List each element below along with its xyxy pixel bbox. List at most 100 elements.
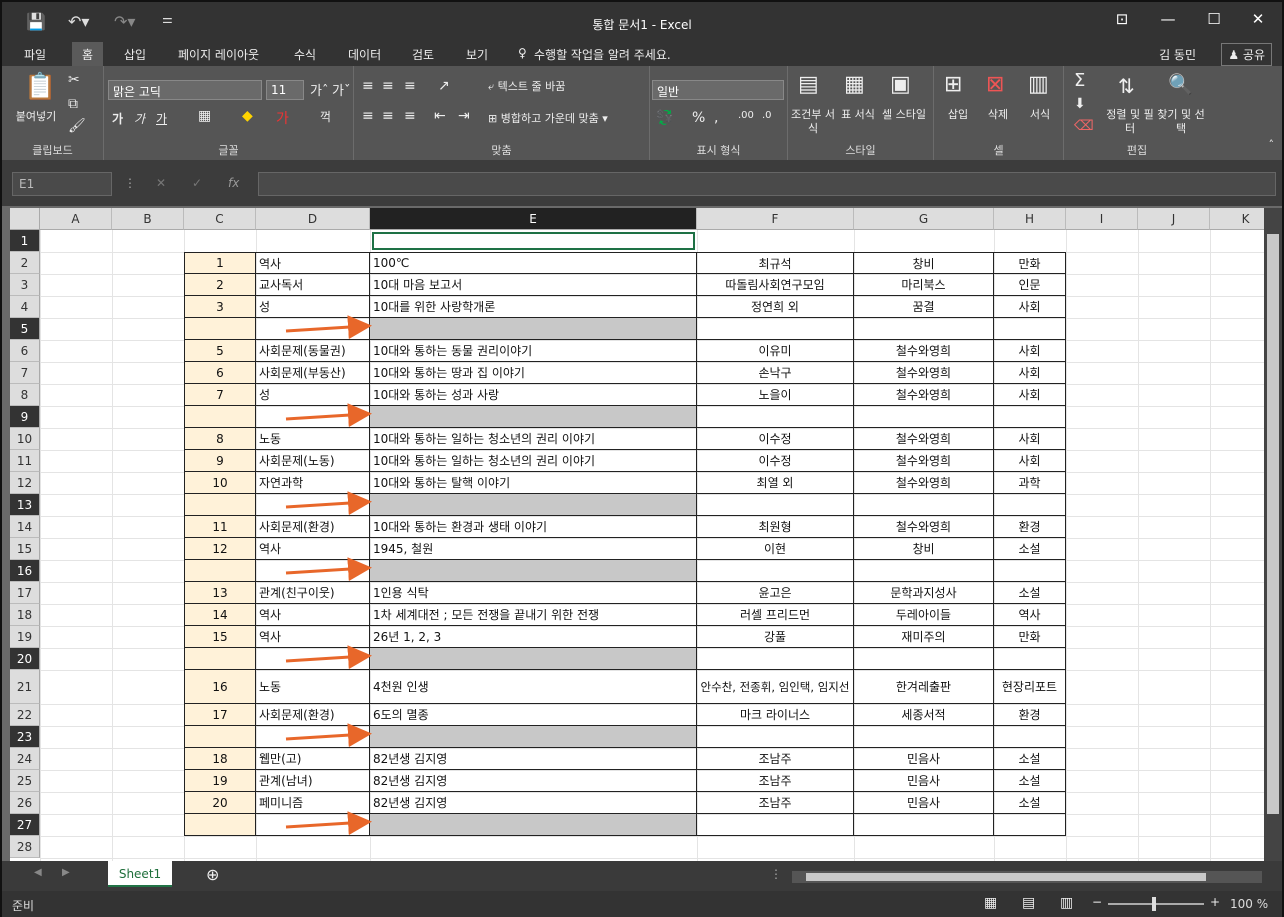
cancel-icon[interactable]: ✕ bbox=[156, 176, 166, 190]
zoom-level[interactable]: 100 % bbox=[1230, 897, 1268, 911]
page-layout-view-icon[interactable]: ▤ bbox=[1022, 895, 1035, 911]
zoom-out-icon[interactable]: − bbox=[1092, 895, 1102, 909]
align-center-icon[interactable]: ≡ bbox=[382, 108, 394, 124]
wrap-text-icon: ⤶ bbox=[488, 80, 498, 93]
close-icon[interactable]: ✕ bbox=[1238, 10, 1278, 28]
cut-icon[interactable]: ✂ bbox=[68, 72, 80, 88]
horizontal-scrollbar[interactable] bbox=[792, 871, 1262, 883]
decrease-decimal-icon[interactable]: .0 bbox=[762, 110, 772, 121]
tab-file[interactable]: 파일 bbox=[24, 46, 46, 63]
delete-cells-icon[interactable]: ⊠ bbox=[986, 72, 1004, 97]
tab-data[interactable]: 데이터 bbox=[348, 46, 381, 63]
next-sheet-icon[interactable]: ▶ bbox=[62, 867, 70, 878]
format-cells-icon[interactable]: ▥ bbox=[1028, 72, 1049, 97]
align-right-icon[interactable]: ≡ bbox=[404, 108, 416, 124]
collapse-ribbon-icon[interactable]: ˄ bbox=[1269, 138, 1275, 151]
zoom-slider-thumb[interactable] bbox=[1152, 897, 1156, 911]
fill-icon[interactable]: ⬇ bbox=[1074, 96, 1086, 112]
autosum-icon[interactable]: Σ bbox=[1074, 70, 1085, 91]
clear-icon[interactable]: ⌫ bbox=[1074, 118, 1094, 134]
h-scroll-thumb[interactable] bbox=[806, 873, 1206, 881]
percent-icon[interactable]: % bbox=[692, 110, 705, 126]
annotation-arrows bbox=[285, 315, 372, 836]
grow-font-icon[interactable]: 가ˆ bbox=[310, 80, 328, 99]
vertical-scrollbar[interactable] bbox=[1264, 208, 1282, 861]
zoom-in-icon[interactable]: + bbox=[1210, 895, 1220, 909]
worksheet-grid[interactable]: ABCDEFGHIJK 1 2 1 역사 100℃ 최규석 창비 만화 3 2 교사독서 10대 마음… bbox=[10, 208, 1264, 861]
format-cells-button[interactable]: 서식 bbox=[1022, 108, 1058, 122]
prev-sheet-icon[interactable]: ◀ bbox=[34, 867, 42, 878]
sort-filter-button[interactable]: 정렬 및 필터 bbox=[1106, 108, 1154, 136]
orientation-icon[interactable]: ↗ bbox=[438, 78, 450, 94]
orange-arrow bbox=[285, 811, 372, 836]
name-box[interactable]: E1 bbox=[12, 172, 112, 196]
paste-button[interactable]: 붙여넣기 bbox=[8, 110, 64, 124]
accounting-icon[interactable]: 💱 bbox=[656, 110, 673, 126]
tab-home[interactable]: 홈 bbox=[72, 42, 104, 66]
copy-icon[interactable]: ⧉ bbox=[68, 96, 78, 112]
maximize-icon[interactable]: ☐ bbox=[1194, 10, 1234, 28]
underline-icon[interactable]: 가 bbox=[156, 110, 167, 127]
italic-icon[interactable]: 가 bbox=[134, 110, 145, 127]
sheet-tab-sheet1[interactable]: Sheet1 bbox=[108, 861, 172, 887]
window-title: 통합 문서1 - Excel bbox=[592, 18, 692, 32]
enter-icon[interactable]: ✓ bbox=[192, 176, 202, 190]
share-button[interactable]: ♟ 공유 bbox=[1221, 43, 1272, 66]
cell-styles-button[interactable]: 셀 스타일 bbox=[880, 108, 928, 122]
format-table-icon[interactable]: ▦ bbox=[844, 72, 865, 97]
insert-function-icon[interactable]: fx bbox=[228, 176, 239, 190]
number-format-combo[interactable]: 일반 bbox=[652, 80, 784, 100]
tab-formulas[interactable]: 수식 bbox=[294, 46, 316, 63]
fill-color-icon[interactable]: ◆ bbox=[242, 108, 253, 124]
find-select-icon[interactable]: 🔍 bbox=[1168, 72, 1193, 96]
formula-input[interactable] bbox=[258, 172, 1276, 196]
font-size-combo[interactable]: 11 bbox=[266, 80, 304, 100]
format-painter-icon[interactable]: 🖌 bbox=[68, 118, 86, 134]
tab-insert[interactable]: 삽입 bbox=[124, 46, 146, 63]
page-break-view-icon[interactable]: ▥ bbox=[1060, 895, 1073, 911]
add-sheet-icon[interactable]: ⊕ bbox=[206, 865, 219, 884]
phonetic-icon[interactable]: 꺽 bbox=[320, 108, 331, 125]
align-middle-icon[interactable]: ≡ bbox=[382, 78, 394, 94]
font-color-icon[interactable]: 가 bbox=[276, 108, 289, 128]
align-bottom-icon[interactable]: ≡ bbox=[404, 78, 416, 94]
split-handle-icon[interactable]: ⋮ bbox=[770, 867, 782, 881]
tell-me-box[interactable]: 수행할 작업을 알려 주세요. bbox=[534, 46, 671, 63]
tell-me-icon[interactable]: ♀ bbox=[518, 46, 527, 60]
increase-decimal-icon[interactable]: .00 bbox=[738, 110, 754, 121]
sort-filter-icon[interactable]: ⇅ bbox=[1118, 74, 1135, 98]
conditional-format-icon[interactable]: ▤ bbox=[798, 72, 819, 97]
conditional-format-button[interactable]: 조건부 서식 bbox=[790, 108, 836, 136]
title-bar: 💾 ↶▾ ↷▾ ⚌ 통합 문서1 - Excel ⊡ — ☐ ✕ bbox=[2, 2, 1282, 42]
find-select-button[interactable]: 찾기 및 선택 bbox=[1156, 108, 1206, 136]
paste-icon[interactable]: 📋 bbox=[24, 72, 56, 102]
merge-center-button[interactable]: ⊞ 병합하고 가운데 맞춤 ▾ bbox=[488, 112, 608, 126]
shrink-font-icon[interactable]: 가ˇ bbox=[332, 80, 350, 99]
editing-label: 편집 bbox=[1126, 144, 1148, 157]
tab-page-layout[interactable]: 페이지 레이아웃 bbox=[178, 46, 259, 63]
minimize-icon[interactable]: — bbox=[1148, 10, 1188, 28]
align-left-icon[interactable]: ≡ bbox=[362, 108, 374, 124]
bold-icon[interactable]: 가 bbox=[112, 110, 123, 127]
font-name-combo[interactable]: 맑은 고딕 bbox=[108, 80, 262, 100]
normal-view-icon[interactable]: ▦ bbox=[984, 895, 997, 911]
delete-cells-button[interactable]: 삭제 bbox=[980, 108, 1016, 122]
cell-styles-icon[interactable]: ▣ bbox=[890, 72, 911, 97]
zoom-slider[interactable] bbox=[1108, 897, 1204, 911]
decrease-indent-icon[interactable]: ⇤ bbox=[434, 108, 446, 124]
styles-label: 스타일 bbox=[845, 144, 876, 157]
tab-review[interactable]: 검토 bbox=[412, 46, 434, 63]
user-name[interactable]: 김 동민 bbox=[1159, 46, 1196, 63]
align-top-icon[interactable]: ≡ bbox=[362, 78, 374, 94]
insert-cells-button[interactable]: 삽입 bbox=[940, 108, 976, 122]
insert-cells-icon[interactable]: ⊞ bbox=[944, 72, 962, 97]
scroll-thumb[interactable] bbox=[1267, 234, 1279, 814]
ribbon-display-icon[interactable]: ⊡ bbox=[1102, 10, 1142, 28]
wrap-text-button[interactable]: ⤶ 텍스트 줄 바꿈 bbox=[488, 80, 565, 94]
border-icon[interactable]: ▦ bbox=[198, 108, 211, 124]
tab-view[interactable]: 보기 bbox=[466, 46, 488, 63]
format-table-button[interactable]: 표 서식 bbox=[838, 108, 878, 122]
increase-indent-icon[interactable]: ⇥ bbox=[458, 108, 470, 124]
alignment-label: 맞춤 bbox=[491, 144, 512, 157]
comma-icon[interactable]: , bbox=[714, 110, 718, 126]
